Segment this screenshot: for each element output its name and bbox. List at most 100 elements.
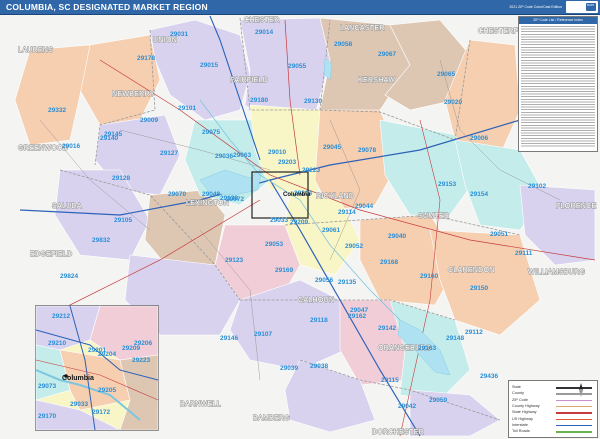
zip-code-label[interactable]: 29053 <box>265 241 283 248</box>
inset-zip-code-label[interactable]: 29223 <box>132 357 150 364</box>
zip-code-label[interactable]: 29038 <box>310 363 328 370</box>
county-label: CALHOUN <box>298 297 334 304</box>
zip-code-label[interactable]: 29101 <box>178 105 196 112</box>
zip-index-panel: ZIP Code List / Reference Index <box>518 16 598 152</box>
zip-code-label[interactable]: 29135 <box>338 279 356 286</box>
zip-code-label[interactable]: 29209 <box>290 219 308 226</box>
map-title: COLUMBIA, SC DESIGNATED MARKET REGION <box>6 2 208 12</box>
zip-code-label[interactable]: 29067 <box>378 51 396 58</box>
zip-code-label[interactable]: 29040 <box>388 233 406 240</box>
zip-code-label[interactable]: 29058 <box>334 41 352 48</box>
zip-code-label[interactable]: 29031 <box>170 31 188 38</box>
zip-code-label[interactable]: 29114 <box>338 209 356 216</box>
zip-code-label[interactable]: 29061 <box>322 227 340 234</box>
zip-code-label[interactable]: 29039 <box>280 365 298 372</box>
county-label: CHESTER <box>244 17 280 24</box>
zip-code-label[interactable]: 29160 <box>420 273 438 280</box>
zip-code-label[interactable]: 29162 <box>348 313 366 320</box>
county-label: LAURENS <box>18 47 53 54</box>
zip-code-label[interactable]: 29123 <box>225 257 243 264</box>
zip-code-label[interactable]: 29075 <box>202 129 220 136</box>
inset-map[interactable]: Columbia 2921229210292012920429206292092… <box>35 305 159 431</box>
zip-code-label[interactable]: 29072 <box>226 196 244 203</box>
county-label: BARNWELL <box>180 401 221 408</box>
zip-code-label[interactable]: 29047 <box>350 307 368 314</box>
legend-item-label: Interstate <box>512 422 528 427</box>
zip-code-label[interactable]: 29015 <box>200 62 218 69</box>
zip-code-label[interactable]: 29063 <box>233 152 251 159</box>
zip-code-label[interactable]: 29128 <box>112 175 130 182</box>
inset-zip-code-label[interactable]: 29033 <box>70 401 88 408</box>
legend-item: County Highway <box>512 404 594 409</box>
county-label: SUMTER <box>418 213 449 220</box>
zip-code-label[interactable]: 29065 <box>437 71 455 78</box>
zip-code-label[interactable]: 29832 <box>92 237 110 244</box>
zip-code-label[interactable]: 29055 <box>288 63 306 70</box>
zip-code-label[interactable]: 29178 <box>137 55 155 62</box>
zip-code-label[interactable]: 29107 <box>254 331 272 338</box>
inset-zip-code-label[interactable]: 29204 <box>98 351 116 358</box>
legend-swatch <box>556 418 592 420</box>
zip-code-label[interactable]: 29180 <box>250 97 268 104</box>
zip-code-label[interactable]: 29078 <box>358 147 376 154</box>
zip-code-label[interactable]: 29105 <box>114 217 132 224</box>
inset-zip-code-label[interactable]: 29170 <box>38 413 56 420</box>
zip-code-label[interactable]: 29045 <box>323 144 341 151</box>
zip-code-label[interactable]: 29006 <box>470 135 488 142</box>
zip-code-label[interactable]: 29153 <box>438 181 456 188</box>
edition-text: 2021 ZIP Code Color/Cast Edition <box>509 5 562 9</box>
inset-zip-code-label[interactable]: 29210 <box>48 340 66 347</box>
inset-zip-code-label[interactable]: 29212 <box>52 313 70 320</box>
zip-code-label[interactable]: 29010 <box>268 149 286 156</box>
legend-item-label: ZIP Code <box>512 397 528 402</box>
zip-code-label[interactable]: 29033 <box>270 217 288 224</box>
zip-code-label[interactable]: 29824 <box>60 273 78 280</box>
zip-code-label[interactable]: 29436 <box>480 373 498 380</box>
zip-code-label[interactable]: 29059 <box>429 397 447 404</box>
zip-code-label[interactable]: 29014 <box>255 29 273 36</box>
inset-zip-code-label[interactable]: 29073 <box>38 383 56 390</box>
inset-zip-code-label[interactable]: 29205 <box>98 387 116 394</box>
inset-zip-code-label[interactable]: 29209 <box>122 345 140 352</box>
zip-code-label[interactable]: 29056 <box>315 277 333 284</box>
zip-code-label[interactable]: 29115 <box>381 377 399 384</box>
zip-code-label[interactable]: 29009 <box>140 117 158 124</box>
zip-code-label[interactable]: 29146 <box>220 335 238 342</box>
county-label: NEWBERRY <box>112 91 155 98</box>
zip-code-label[interactable]: 29070 <box>168 191 186 198</box>
brand-logo-icon: MAPS <box>586 3 596 11</box>
legend-item-label: State Highway <box>512 410 537 415</box>
zip-code-label[interactable]: 29051 <box>490 231 508 238</box>
zip-code-label[interactable]: 29118 <box>310 317 328 324</box>
zip-code-label[interactable]: 29140 <box>100 135 118 142</box>
zip-code-label[interactable]: 29148 <box>446 335 464 342</box>
zip-code-label[interactable]: 29112 <box>465 329 483 336</box>
map-canvas[interactable]: CHESTERUNIONLANCASTER CHESTERFIELDLAURENS… <box>0 0 600 439</box>
zip-code-label[interactable]: 29332 <box>48 107 66 114</box>
zip-code-label[interactable]: 29111 <box>515 250 533 257</box>
zip-code-label[interactable]: 29044 <box>355 203 373 210</box>
county-label: RICHLAND <box>316 193 354 200</box>
zip-code-label[interactable]: 29154 <box>470 191 488 198</box>
zip-code-label[interactable]: 29203 <box>278 159 296 166</box>
zip-code-label[interactable]: 29169 <box>275 267 293 274</box>
county-label: DORCHESTER <box>372 429 424 436</box>
zip-code-label[interactable]: 29052 <box>345 243 363 250</box>
zip-code-label[interactable]: 29130 <box>304 98 322 105</box>
county-label: UNION <box>153 37 177 44</box>
zip-code-label[interactable]: 29168 <box>380 259 398 266</box>
zip-code-label[interactable]: 29127 <box>160 150 178 157</box>
zip-code-label[interactable]: 29020 <box>444 99 462 106</box>
zip-code-label[interactable]: 29150 <box>470 285 488 292</box>
zip-code-label[interactable]: 29016 <box>62 143 80 150</box>
brand-logo[interactable]: MAPS <box>566 1 598 13</box>
inset-zip-code-label[interactable]: 29172 <box>92 409 110 416</box>
zip-code-label[interactable]: 29042 <box>398 403 416 410</box>
zip-code-label[interactable]: 29048 <box>202 191 220 198</box>
legend-swatch <box>556 405 592 408</box>
zip-code-label[interactable]: 29102 <box>528 183 546 190</box>
zip-code-label[interactable]: 29163 <box>418 345 436 352</box>
zip-code-label[interactable]: 29142 <box>378 325 396 332</box>
zip-code-label[interactable]: 29036 <box>215 153 233 160</box>
zip-code-label[interactable]: 29223 <box>302 167 320 174</box>
